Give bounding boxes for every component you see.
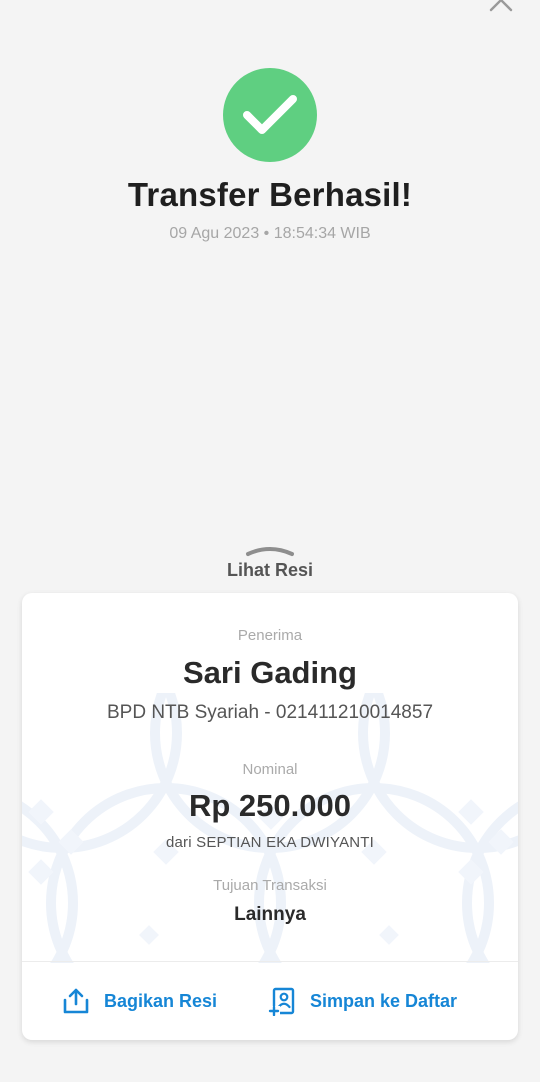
amount-label: Nominal	[242, 761, 298, 778]
transfer-success-screen: Transfer Berhasil! 09 Agu 2023 • 18:54:3…	[0, 0, 540, 1082]
save-to-list-label: Simpan ke Daftar	[310, 990, 458, 1011]
recipient-label: Penerima	[237, 627, 303, 644]
sender-name: dari SEPTIAN EKA DWIYANTI	[165, 834, 375, 851]
page-title: Transfer Berhasil!	[127, 176, 413, 213]
view-receipt-toggle[interactable]: Lihat Resi	[0, 560, 540, 581]
share-receipt-button[interactable]: Bagikan Resi	[62, 981, 217, 1021]
add-contact-icon	[268, 987, 295, 1016]
transaction-purpose: Lainnya	[234, 904, 306, 925]
checkmark-icon	[243, 95, 297, 134]
sheet-handle-icon[interactable]	[245, 541, 295, 557]
purpose-label: Tujuan Transaksi	[213, 877, 327, 894]
card-divider	[22, 961, 518, 962]
close-button[interactable]	[485, 0, 517, 16]
share-icon	[63, 988, 89, 1014]
share-receipt-label: Bagikan Resi	[104, 990, 218, 1011]
transaction-datetime: 09 Agu 2023 • 18:54:34 WIB	[169, 225, 371, 242]
transfer-amount: Rp 250.000	[189, 788, 351, 823]
recipient-bank-account: BPD NTB Syariah - 021411210014857	[106, 702, 434, 723]
success-badge	[223, 68, 317, 162]
close-icon	[489, 0, 513, 12]
receipt-card: Penerima Sari Gading BPD NTB Syariah - 0…	[22, 593, 518, 1040]
save-to-list-button[interactable]: Simpan ke Daftar	[268, 981, 457, 1021]
recipient-name: Sari Gading	[183, 655, 357, 690]
